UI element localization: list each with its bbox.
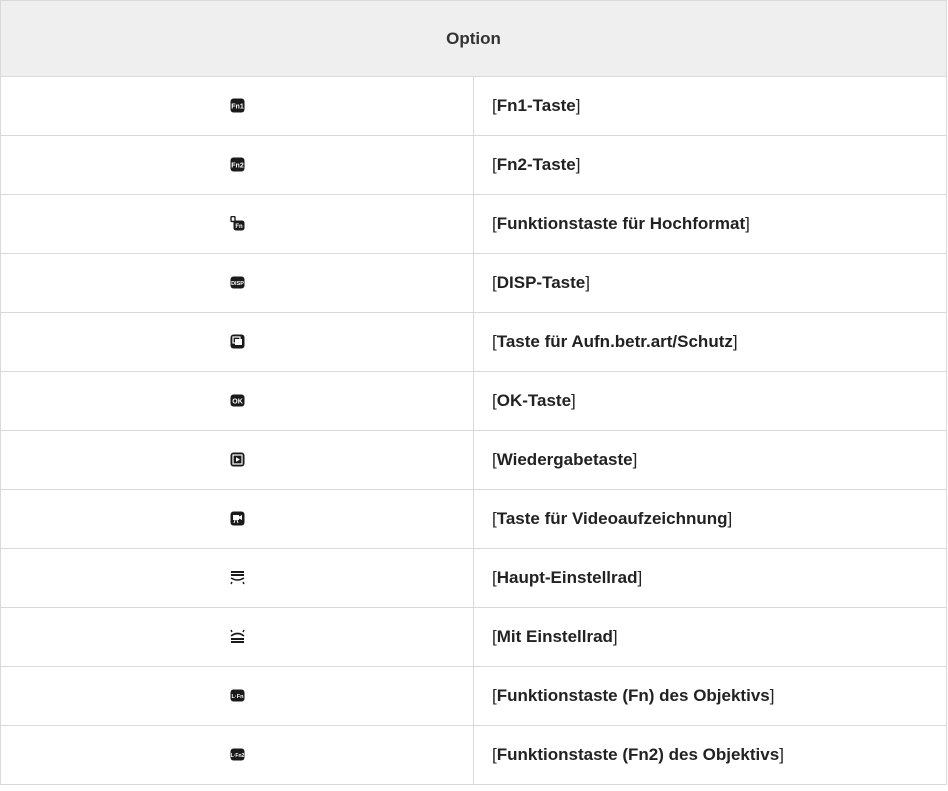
lens-fn-button-icon: L·Fn <box>230 688 245 703</box>
options-table: Option Fn1 [Fn1-Taste] Fn2 [Fn2-Taste] F… <box>0 0 947 785</box>
table-row: [Haupt-Einstellrad] <box>0 548 947 608</box>
svg-text:Fn1: Fn1 <box>231 104 244 111</box>
option-label: [Funktionstaste für Hochformat] <box>473 194 947 254</box>
table-row: L·Fn [Funktionstaste (Fn) des Objektivs] <box>0 666 947 726</box>
option-label: [Taste für Videoaufzeichnung] <box>473 489 947 549</box>
fn2-button-icon: Fn2 <box>230 157 245 172</box>
option-label: [Fn2-Taste] <box>473 135 947 195</box>
option-label: [Haupt-Einstellrad] <box>473 548 947 608</box>
table-row: OK [OK-Taste] <box>0 371 947 431</box>
ok-button-icon: OK <box>230 393 245 408</box>
disp-button-icon: DISP <box>230 275 245 290</box>
option-label: [Funktionstaste (Fn) des Objektivs] <box>473 666 947 726</box>
table-row: Fn1 [Fn1-Taste] <box>0 76 947 136</box>
option-label: [OK-Taste] <box>473 371 947 431</box>
option-label: [Taste für Aufn.betr.art/Schutz] <box>473 312 947 372</box>
svg-text:DISP: DISP <box>231 281 244 287</box>
option-label: [Fn1-Taste] <box>473 76 947 136</box>
option-label: [Mit Einstellrad] <box>473 607 947 667</box>
table-row: [Taste für Aufn.betr.art/Schutz] <box>0 312 947 372</box>
svg-text:Fn2: Fn2 <box>231 163 244 170</box>
lens-fn2-button-icon: L·Fn2 <box>230 747 245 762</box>
sub-command-dial-icon <box>229 629 245 644</box>
playback-button-icon <box>230 452 245 467</box>
table-row: [Wiedergabetaste] <box>0 430 947 490</box>
table-row: Fn [Funktionstaste für Hochformat] <box>0 194 947 254</box>
vertical-fn-button-icon: Fn <box>229 216 245 231</box>
table-row: DISP [DISP-Taste] <box>0 253 947 313</box>
table-row: [Taste für Videoaufzeichnung] <box>0 489 947 549</box>
fn1-button-icon: Fn1 <box>230 98 245 113</box>
option-label: [Wiedergabetaste] <box>473 430 947 490</box>
option-label: [DISP-Taste] <box>473 253 947 313</box>
video-record-button-icon <box>230 511 245 526</box>
header-row: Option <box>0 0 947 77</box>
table-row: [Mit Einstellrad] <box>0 607 947 667</box>
main-command-dial-icon <box>229 570 245 585</box>
svg-text:OK: OK <box>232 399 243 406</box>
option-column-header: Option <box>0 0 947 77</box>
option-label: [Funktionstaste (Fn2) des Objektivs] <box>473 725 947 785</box>
table-row: L·Fn2 [Funktionstaste (Fn2) des Objektiv… <box>0 725 947 785</box>
release-mode-protect-button-icon <box>230 334 245 349</box>
svg-text:Fn: Fn <box>235 224 243 230</box>
svg-text:L·Fn: L·Fn <box>231 694 244 700</box>
table-row: Fn2 [Fn2-Taste] <box>0 135 947 195</box>
svg-text:L·Fn2: L·Fn2 <box>230 753 244 759</box>
